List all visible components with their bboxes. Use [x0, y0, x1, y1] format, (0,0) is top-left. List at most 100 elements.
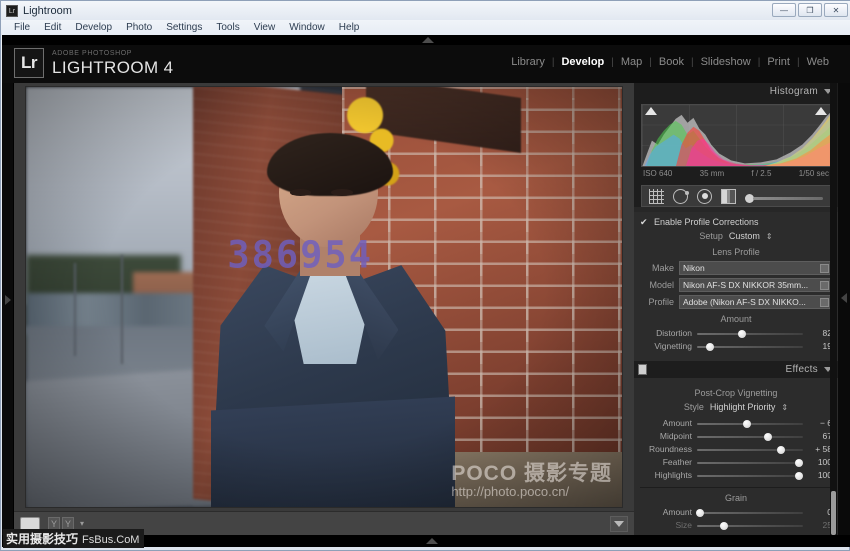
grain-size-value[interactable]: 25	[808, 520, 832, 530]
module-map[interactable]: Map	[614, 56, 649, 68]
grain-amount-slider[interactable]	[696, 508, 803, 517]
menu-item-help[interactable]: Help	[332, 20, 367, 35]
right-panel-scrollbar[interactable]	[830, 83, 837, 535]
setup-row[interactable]: Setup Custom ⇕	[640, 231, 832, 241]
highlight-clipping-indicator[interactable]	[815, 107, 827, 115]
pcv-midpoint-label: Midpoint	[659, 431, 692, 441]
menu-item-view[interactable]: View	[247, 20, 283, 35]
close-button[interactable]: ✕	[824, 3, 848, 17]
module-book[interactable]: Book	[652, 56, 691, 68]
photo-stage[interactable]: 386954 POCO 摄影专题 http://photo.poco.cn/	[14, 83, 634, 511]
menu-bar: File Edit Develop Photo Settings Tools V…	[1, 20, 850, 35]
red-eye-correction-icon[interactable]	[697, 188, 712, 204]
pcv-roundness-value[interactable]: + 58	[808, 444, 832, 454]
pcv-feather-value[interactable]: 100	[808, 457, 832, 467]
chevron-up-icon	[426, 538, 438, 544]
menu-item-edit[interactable]: Edit	[37, 20, 68, 35]
menu-item-develop[interactable]: Develop	[68, 20, 119, 35]
crop-overlay-icon[interactable]	[649, 188, 664, 204]
shadow-clipping-indicator[interactable]	[645, 107, 657, 115]
model-row[interactable]: Model Nikon AF-S DX NIKKOR 35mm...	[640, 278, 832, 292]
graduated-filter-icon[interactable]	[721, 188, 736, 204]
pcv-midpoint-value[interactable]: 67	[808, 431, 832, 441]
module-slideshow[interactable]: Slideshow	[694, 56, 758, 68]
left-panel-collapse-strip[interactable]	[2, 83, 14, 535]
checkbox-checked-icon[interactable]: ✔	[640, 217, 649, 227]
make-combobox[interactable]: Nikon	[679, 261, 832, 275]
slider-knob[interactable]	[737, 329, 746, 338]
dropdown-button-icon[interactable]	[820, 281, 829, 290]
distortion-slider[interactable]	[697, 329, 803, 338]
dropdown-button-icon[interactable]	[820, 264, 829, 273]
right-panel-collapse-strip[interactable]	[838, 83, 850, 535]
distortion-value[interactable]: 82	[808, 328, 832, 338]
photo-preview[interactable]: 386954 POCO 摄影专题 http://photo.poco.cn/	[26, 87, 622, 507]
effects-panel-switch-icon[interactable]	[638, 364, 647, 375]
pcv-midpoint-slider-row[interactable]: Midpoint 67	[640, 431, 832, 441]
adjustment-brush-icon[interactable]	[745, 189, 823, 204]
effects-panel-header[interactable]: Effects	[634, 361, 838, 378]
vignetting-slider[interactable]	[697, 342, 803, 351]
slider-knob[interactable]	[794, 458, 803, 467]
slider-knob[interactable]	[696, 508, 705, 517]
grain-size-slider-row[interactable]: Size 25	[640, 520, 832, 530]
pcv-amount-slider-row[interactable]: Amount − 6	[640, 418, 832, 428]
make-row[interactable]: Make Nikon	[640, 261, 832, 275]
pcv-roundness-slider[interactable]	[697, 445, 803, 454]
slider-track	[697, 511, 803, 514]
spot-removal-icon[interactable]	[673, 188, 689, 204]
chevron-down-icon[interactable]: ▾	[80, 519, 84, 528]
vignetting-value[interactable]: 19	[808, 341, 832, 351]
pcv-amount-slider[interactable]	[697, 419, 803, 428]
pcv-highlights-slider-row[interactable]: Highlights 100	[640, 470, 832, 480]
menu-item-window[interactable]: Window	[282, 20, 332, 35]
grain-amount-value[interactable]: 0	[808, 507, 832, 517]
slider-knob[interactable]	[794, 471, 803, 480]
top-panel-collapse-bar[interactable]	[2, 35, 850, 45]
pcv-feather-slider[interactable]	[697, 458, 803, 467]
slider-knob[interactable]	[764, 432, 773, 441]
identity-plate[interactable]: Lr ADOBE PHOTOSHOP LIGHTROOM 4	[14, 48, 174, 78]
window-controls: — ❐ ✕	[772, 3, 848, 17]
maximize-button[interactable]: ❐	[798, 3, 822, 17]
popup-arrows-icon[interactable]: ⇕	[766, 232, 773, 241]
style-value[interactable]: Highlight Priority	[710, 402, 776, 412]
pcv-amount-value[interactable]: − 6	[808, 418, 832, 428]
model-combobox[interactable]: Nikon AF-S DX NIKKOR 35mm...	[679, 278, 832, 292]
menu-item-settings[interactable]: Settings	[159, 20, 209, 35]
pcv-midpoint-slider[interactable]	[697, 432, 803, 441]
menu-item-photo[interactable]: Photo	[119, 20, 159, 35]
slider-knob[interactable]	[705, 342, 714, 351]
vignetting-slider-row[interactable]: Vignetting 19	[640, 341, 832, 351]
distortion-slider-row[interactable]: Distortion 82	[640, 328, 832, 338]
histogram-panel-header[interactable]: Histogram	[634, 83, 838, 100]
identity-superscript: ADOBE PHOTOSHOP	[52, 50, 133, 57]
popup-arrows-icon[interactable]: ⇕	[781, 403, 788, 412]
style-row[interactable]: Style Highlight Priority ⇕	[640, 402, 832, 412]
minimize-button[interactable]: —	[772, 3, 796, 17]
setup-value[interactable]: Custom	[729, 231, 760, 241]
menu-item-tools[interactable]: Tools	[209, 20, 246, 35]
grain-amount-slider-row[interactable]: Amount 0	[640, 507, 832, 517]
pcv-feather-slider-row[interactable]: Feather 100	[640, 457, 832, 467]
module-library[interactable]: Library	[504, 56, 552, 68]
module-develop[interactable]: Develop	[554, 56, 611, 68]
menu-item-file[interactable]: File	[7, 20, 37, 35]
profile-combobox[interactable]: Adobe (Nikon AF-S DX NIKKO...	[679, 295, 832, 309]
pcv-highlights-slider[interactable]	[697, 471, 803, 480]
dropdown-button-icon[interactable]	[820, 298, 829, 307]
enable-profile-corrections-row[interactable]: ✔ Enable Profile Corrections	[640, 217, 832, 227]
grain-size-slider[interactable]	[697, 521, 803, 530]
slider-knob[interactable]	[719, 521, 728, 530]
toolbar-options-button[interactable]	[610, 515, 628, 532]
slider-knob[interactable]	[776, 445, 785, 454]
scrollbar-thumb[interactable]	[831, 491, 836, 535]
profile-row[interactable]: Profile Adobe (Nikon AF-S DX NIKKO...	[640, 295, 832, 309]
histogram-graph[interactable]	[641, 104, 831, 167]
pcv-highlights-value[interactable]: 100	[808, 470, 832, 480]
module-print[interactable]: Print	[760, 56, 797, 68]
slider-knob[interactable]	[742, 419, 751, 428]
module-web[interactable]: Web	[800, 56, 836, 68]
identity-product: LIGHTROOM 4	[52, 58, 174, 77]
pcv-roundness-slider-row[interactable]: Roundness + 58	[640, 444, 832, 454]
